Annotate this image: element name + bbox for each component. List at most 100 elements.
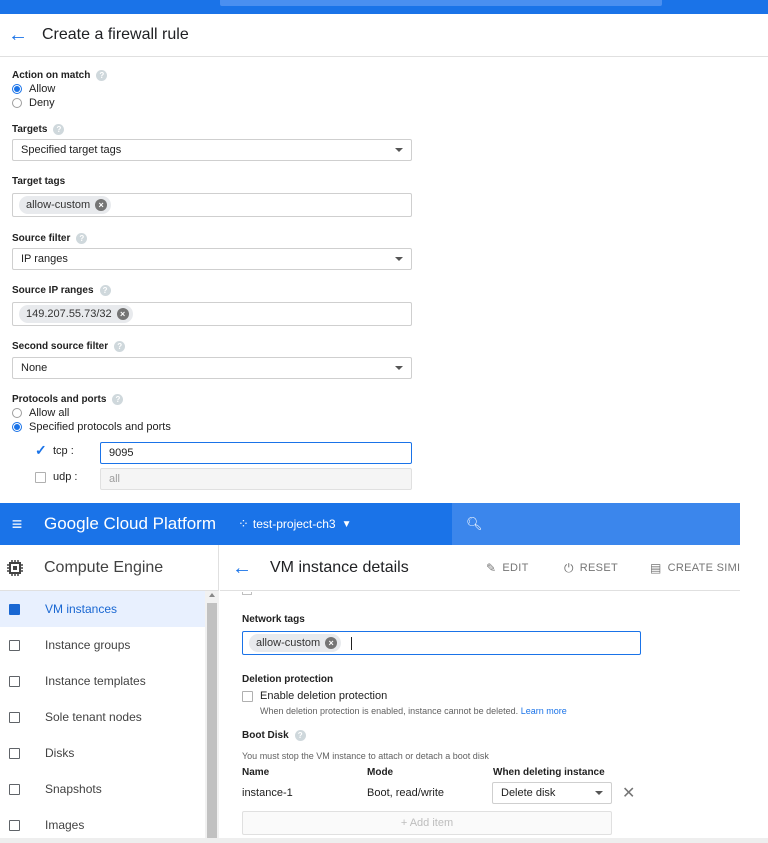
sidebar-item-sole-tenant-nodes[interactable]: Sole tenant nodes [0,699,205,735]
sidebar-item-instance-templates[interactable]: Instance templates [0,663,205,699]
source-ip-label-row: Source IP ranges ? [12,283,111,297]
radio-deny-label: Deny [29,97,55,109]
deletion-protection-checkbox-row[interactable]: Enable deletion protection [242,690,387,702]
deletion-protection-note: When deletion protection is enabled, ins… [260,706,519,716]
targets-label-row: Targets ? [12,122,65,136]
action-on-match-label: Action on match [12,69,91,81]
boot-disk-note: You must stop the VM instance to attach … [242,751,489,761]
source-filter-value: IP ranges [21,253,68,265]
when-deleting-select[interactable]: Delete disk [492,782,612,804]
radio-allow-label: Allow [29,83,56,95]
reset-button[interactable]: ⏻ RESET [564,545,618,591]
radio-deny[interactable]: Deny [12,96,107,110]
radio-specified[interactable]: Specified protocols and ports [12,420,171,434]
create-similar-button[interactable]: ▤ CREATE SIMI [650,545,740,591]
dropdown-caret-icon [395,257,403,261]
tcp-checkbox-row[interactable]: tcp : [35,442,74,459]
checkbox-unchecked-icon[interactable] [35,471,46,483]
radio-allow-all[interactable]: Allow all [12,406,171,420]
second-source-filter-select[interactable]: None [12,357,412,379]
targets-select[interactable]: Specified target tags [12,139,412,161]
chip-remove-icon[interactable]: × [116,308,129,320]
help-icon[interactable]: ? [114,340,126,352]
sidebar-item-snapshots[interactable]: Snapshots [0,771,205,807]
add-item-button[interactable]: + Add item [242,811,612,835]
snapshots-icon [9,783,20,795]
project-selector[interactable]: ⁘ test-project-ch3 ▼ [238,516,352,532]
back-arrow-icon[interactable]: ← [0,25,36,45]
checkbox-fragment[interactable] [242,592,252,595]
tag-chip-label: allow-custom [256,637,321,649]
sidebar-title: Compute Engine [44,558,164,576]
help-icon[interactable]: ? [294,729,306,741]
copy-icon: ▤ [650,561,662,575]
compute-engine-icon [7,559,23,576]
action-on-match-group: Action on match ? Allow Deny [12,68,108,110]
second-source-filter-label-row: Second source filter ? [12,339,126,353]
gcp-brand[interactable]: Google Cloud Platform [44,514,216,534]
sidebar-item-label: Instance templates [45,674,146,688]
network-tags-label-row: Network tags [242,612,305,626]
radio-unselected-icon[interactable] [12,98,22,108]
vm-instances-icon [9,603,20,615]
sidebar-item-label: Snapshots [45,782,102,796]
instance-groups-icon [9,639,20,651]
target-tags-input[interactable]: allow-custom × [12,193,412,217]
close-icon[interactable]: ✕ [622,783,635,803]
back-arrow-icon[interactable]: ← [224,558,260,578]
vm-page-title: VM instance details [270,558,409,576]
source-ip-ranges-input[interactable]: 149.207.55.73/32 × [12,302,412,326]
source-filter-select[interactable]: IP ranges [12,248,412,270]
learn-more-link[interactable]: Learn more [521,706,567,716]
sidebar-item-vm-instances[interactable]: VM instances [0,591,205,627]
udp-label: udp : [53,471,78,483]
radio-unselected-icon[interactable] [12,408,22,418]
target-tags-label: Target tags [12,175,66,187]
help-icon[interactable]: ? [99,284,111,296]
chip-remove-icon[interactable]: × [95,199,108,211]
column-header-name: Name [242,767,270,778]
protocols-group: Protocols and ports ? Allow all Specifie… [12,392,171,434]
help-icon[interactable]: ? [96,69,108,81]
checkbox-checked-icon[interactable] [35,442,47,459]
help-icon[interactable]: ? [112,393,124,405]
boot-disk-label-row: Boot Disk ? [242,728,306,742]
tcp-label: tcp : [53,445,74,457]
radio-selected-icon[interactable] [12,422,22,432]
tcp-ports-input[interactable]: 9095 [100,442,412,464]
search-icon: 🔍︎ [466,516,483,531]
help-icon[interactable]: ? [53,123,65,135]
firewall-header: ← Create a firewall rule [0,14,768,57]
network-tags-input[interactable]: allow-custom × [242,631,641,655]
udp-ports-input[interactable]: all [100,468,412,490]
chip-remove-icon[interactable]: × [325,637,338,649]
sidebar-item-disks[interactable]: Disks [0,735,205,771]
radio-selected-icon[interactable] [12,84,22,94]
second-source-filter-value: None [21,362,48,374]
when-deleting-value: Delete disk [501,787,556,799]
udp-ports-placeholder: all [109,473,121,485]
add-item-label: + Add item [400,817,454,829]
hamburger-menu-icon[interactable]: ≡ [0,514,34,535]
source-ip-label: Source IP ranges [12,284,94,296]
edit-button[interactable]: ✎ EDIT [486,545,529,591]
dropdown-caret-icon [395,148,403,152]
search-bar-fragment[interactable] [220,0,662,6]
sidebar-item-label: Disks [45,746,75,760]
scrollbar-thumb[interactable] [207,603,217,839]
deletion-protection-label-row: Deletion protection [242,672,333,686]
checkbox-unchecked-icon[interactable] [242,690,253,702]
udp-checkbox-row[interactable]: udp : [35,471,77,483]
second-source-filter-label: Second source filter [12,340,109,352]
sidebar: Compute Engine VM instances Instance gro… [0,545,219,843]
radio-allow[interactable]: Allow [12,82,107,96]
boot-disk-label: Boot Disk [242,729,289,741]
protocols-label-row: Protocols and ports ? [12,392,171,406]
scroll-up-icon[interactable] [209,593,215,597]
source-filter-label: Source filter [12,232,71,244]
radio-allow-all-label: Allow all [29,407,70,419]
sidebar-item-instance-groups[interactable]: Instance groups [0,627,205,663]
search-input[interactable]: 🔍︎ [452,503,740,545]
sidebar-scrollbar[interactable] [205,591,219,843]
help-icon[interactable]: ? [76,232,88,244]
